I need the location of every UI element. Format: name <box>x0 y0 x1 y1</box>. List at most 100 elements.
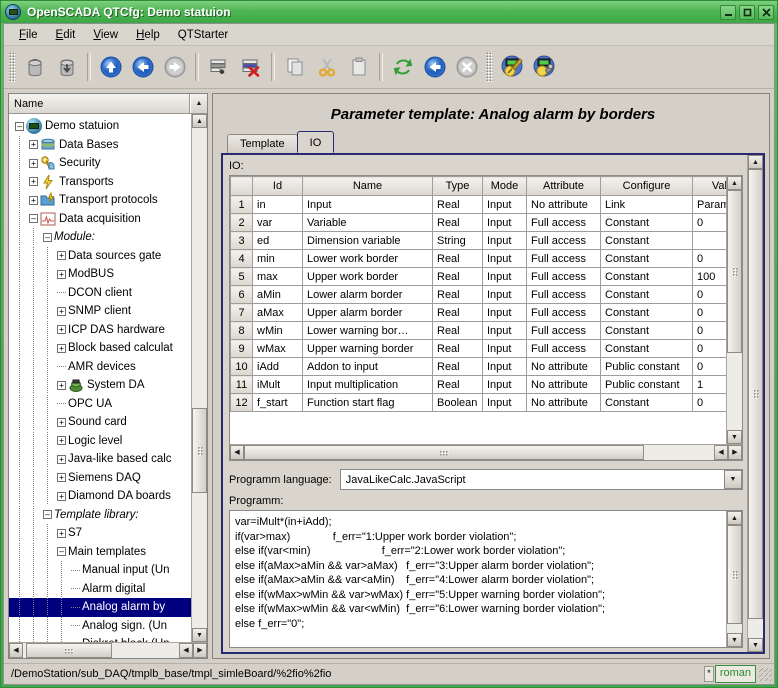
table-row[interactable]: 9wMaxUpper warning borderRealInputFull a… <box>231 340 727 358</box>
table-cell[interactable]: wMin <box>253 322 303 340</box>
table-row[interactable]: 6aMinLower alarm borderRealInputFull acc… <box>231 286 727 304</box>
program-scroll-down-button[interactable]: ▼ <box>727 633 742 647</box>
go-back-icon[interactable] <box>128 52 158 82</box>
row-number-cell[interactable]: 9 <box>231 340 253 358</box>
table-cell[interactable]: Real <box>433 358 483 376</box>
previous-page-icon[interactable] <box>420 52 450 82</box>
expand-icon[interactable]: + <box>57 529 66 538</box>
tree-scroll-right-button[interactable]: ▶ <box>193 643 207 658</box>
row-number-cell[interactable]: 5 <box>231 268 253 286</box>
tree-header-sort-icon[interactable]: ▲ <box>190 94 207 113</box>
expand-icon[interactable]: + <box>57 418 66 427</box>
row-number-cell[interactable]: 2 <box>231 214 253 232</box>
table-cell[interactable]: Real <box>433 196 483 214</box>
table-cell[interactable]: Real <box>433 376 483 394</box>
tree-hscroll-track[interactable] <box>23 643 179 658</box>
table-cell[interactable]: 100 <box>693 268 727 286</box>
table-cell[interactable]: Function start flag <box>303 394 433 412</box>
table-cell[interactable]: Input <box>483 394 527 412</box>
tree-item-system-da[interactable]: +System DA <box>9 376 191 395</box>
tree-item-security[interactable]: +Security <box>9 154 191 173</box>
table-cell[interactable] <box>693 232 727 250</box>
tree-item-java-like-based-calc[interactable]: +Java-like based calc <box>9 450 191 469</box>
table-cell[interactable]: No attribute <box>527 376 601 394</box>
table-cell[interactable]: min <box>253 250 303 268</box>
tree-item-data-sources-gate[interactable]: +Data sources gate <box>9 247 191 266</box>
table-cell[interactable]: iMult <box>253 376 303 394</box>
table-row[interactable]: 8wMinLower warning bor…RealInputFull acc… <box>231 322 727 340</box>
table-row[interactable]: 4minLower work borderRealInputFull acces… <box>231 250 727 268</box>
menu-edit[interactable]: Edit <box>47 27 85 43</box>
io-column-header[interactable]: Id <box>253 177 303 196</box>
table-cell[interactable]: 0 <box>693 394 727 412</box>
tree-vertical-scrollbar[interactable]: ▲ ▼ <box>191 114 207 642</box>
tree-item-transport-protocols[interactable]: +Transport protocols <box>9 191 191 210</box>
tree-item-analog-alarm-by[interactable]: Analog alarm by <box>9 598 191 617</box>
menu-view[interactable]: View <box>84 27 127 43</box>
io-scroll-track[interactable] <box>727 190 742 430</box>
expand-icon[interactable]: + <box>57 492 66 501</box>
resize-grip[interactable] <box>758 667 772 681</box>
table-cell[interactable]: Full access <box>527 214 601 232</box>
tree-item-modbus[interactable]: +ModBUS <box>9 265 191 284</box>
save-to-db-icon[interactable] <box>52 52 82 82</box>
tree-scroll-thumb[interactable] <box>192 408 207 493</box>
table-cell[interactable]: Public constant <box>601 358 693 376</box>
collapse-icon[interactable]: – <box>29 214 38 223</box>
panel-scroll-down-button[interactable]: ▼ <box>748 638 763 652</box>
table-cell[interactable]: Variable <box>303 214 433 232</box>
io-hscroll-left-button[interactable]: ◀ <box>230 445 244 460</box>
row-number-cell[interactable]: 7 <box>231 304 253 322</box>
table-cell[interactable]: Input <box>483 304 527 322</box>
expand-icon[interactable]: + <box>57 473 66 482</box>
table-cell[interactable]: Real <box>433 304 483 322</box>
tree-item-opc-ua[interactable]: OPC UA <box>9 395 191 414</box>
table-row[interactable]: 12f_startFunction start flagBooleanInput… <box>231 394 727 412</box>
table-cell[interactable]: No attribute <box>527 196 601 214</box>
table-cell[interactable]: 0 <box>693 250 727 268</box>
io-column-header[interactable]: Attribute <box>527 177 601 196</box>
table-cell[interactable]: 1 <box>693 376 727 394</box>
tree-scroll-left-button-2[interactable]: ◀ <box>179 643 193 658</box>
expand-icon[interactable]: + <box>57 381 66 390</box>
minimize-button[interactable] <box>720 5 736 20</box>
table-cell[interactable]: Input <box>483 232 527 250</box>
program-scroll-up-button[interactable]: ▲ <box>727 511 742 525</box>
table-cell[interactable]: String <box>433 232 483 250</box>
program-scroll-thumb[interactable] <box>727 525 742 624</box>
io-scroll-up-button[interactable]: ▲ <box>727 176 742 190</box>
table-cell[interactable]: 0 <box>693 304 727 322</box>
table-cell[interactable]: Paramete <box>693 196 727 214</box>
io-column-header[interactable]: Name <box>303 177 433 196</box>
table-cell[interactable]: No attribute <box>527 358 601 376</box>
table-cell[interactable]: No attribute <box>527 394 601 412</box>
maximize-button[interactable] <box>739 5 755 20</box>
expand-icon[interactable]: + <box>57 251 66 260</box>
tab-io[interactable]: IO <box>297 131 335 153</box>
table-cell[interactable]: Constant <box>601 304 693 322</box>
io-panel-vertical-scrollbar[interactable]: ▲ ▼ <box>747 155 763 652</box>
table-row[interactable]: 10iAddAddon to inputRealInputNo attribut… <box>231 358 727 376</box>
collapse-icon[interactable]: – <box>43 510 52 519</box>
edit-station-icon[interactable] <box>497 52 527 82</box>
table-cell[interactable]: aMax <box>253 304 303 322</box>
io-hscroll-left-button-2[interactable]: ◀ <box>714 445 728 460</box>
io-column-header[interactable]: Valu <box>693 177 727 196</box>
tree-item-module[interactable]: –Module: <box>9 228 191 247</box>
io-hscroll-track[interactable] <box>244 445 714 460</box>
table-cell[interactable]: max <box>253 268 303 286</box>
table-cell[interactable]: Real <box>433 268 483 286</box>
table-cell[interactable]: Addon to input <box>303 358 433 376</box>
table-cell[interactable]: Dimension variable <box>303 232 433 250</box>
refresh-icon[interactable] <box>388 52 418 82</box>
panel-scroll-thumb[interactable] <box>748 169 763 619</box>
table-cell[interactable]: Input <box>483 376 527 394</box>
table-cell[interactable]: Lower alarm border <box>303 286 433 304</box>
table-cell[interactable]: Upper warning border <box>303 340 433 358</box>
io-hscroll-right-button[interactable]: ▶ <box>728 445 742 460</box>
table-cell[interactable]: Real <box>433 322 483 340</box>
menu-help[interactable]: Help <box>127 27 169 43</box>
row-number-cell[interactable]: 3 <box>231 232 253 250</box>
table-cell[interactable]: Full access <box>527 286 601 304</box>
table-cell[interactable]: Input <box>303 196 433 214</box>
